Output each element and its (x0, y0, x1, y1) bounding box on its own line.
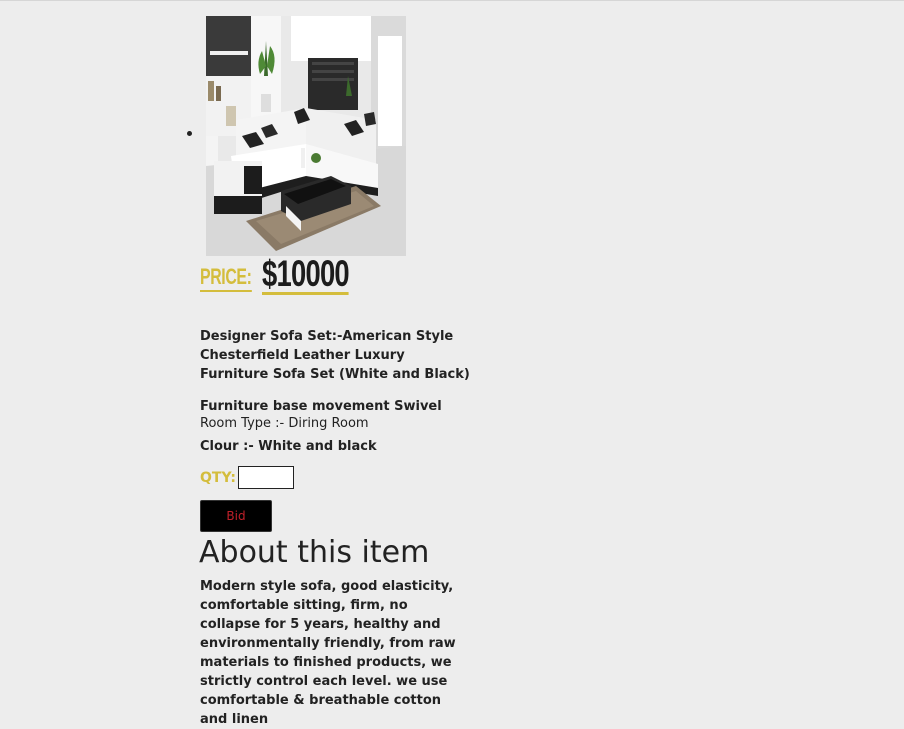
about-heading: About this item (199, 535, 430, 570)
spec-base-movement: Furniture base movement Swivel (200, 399, 442, 414)
top-border (0, 0, 904, 1)
spec-colour: Clour :- White and black (200, 439, 377, 454)
product-title: Designer Sofa Set:-American Style Cheste… (200, 329, 470, 382)
price-row: PRICE: $10000 (200, 253, 500, 298)
product-image (206, 16, 406, 256)
spec-room-type: Room Type :- Diring Room (200, 416, 369, 431)
qty-input[interactable] (238, 466, 294, 489)
list-bullet (187, 131, 192, 136)
qty-label: QTY: (200, 470, 236, 486)
price-value: $10000 (262, 253, 350, 295)
about-text: Modern style sofa, good elasticity, comf… (200, 579, 456, 727)
price-label: PRICE: (200, 265, 252, 292)
bid-button[interactable]: Bid (200, 500, 272, 532)
